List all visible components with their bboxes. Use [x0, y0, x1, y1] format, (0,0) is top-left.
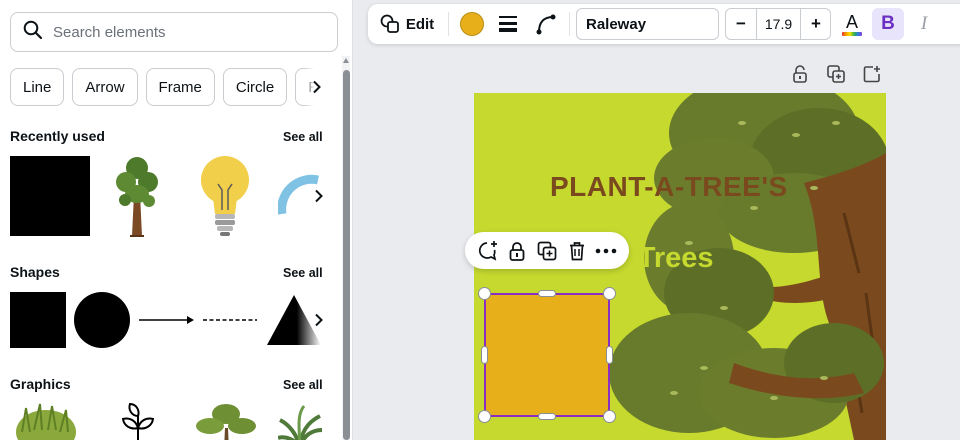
- lock-icon: [793, 65, 807, 83]
- toolbar-divider: [448, 12, 449, 36]
- border-weight-icon: [499, 16, 517, 32]
- chip-arrow[interactable]: Arrow: [72, 68, 138, 106]
- section-title-recent: Recently used: [10, 128, 105, 144]
- add-comment-button[interactable]: [475, 238, 501, 264]
- recent-next-button[interactable]: [306, 183, 332, 209]
- graphic-grass-bush[interactable]: [14, 402, 78, 440]
- resize-handle-bottom[interactable]: [538, 413, 556, 420]
- shape-arrow-line[interactable]: [138, 312, 196, 328]
- font-size-decrease-button[interactable]: −: [726, 9, 756, 39]
- section-title-shapes: Shapes: [10, 264, 60, 280]
- border-style-button[interactable]: [492, 4, 524, 44]
- chip-line[interactable]: Line: [10, 68, 65, 106]
- fill-color-swatch: [460, 12, 484, 36]
- shape-dashed-line[interactable]: [202, 312, 258, 328]
- search-input[interactable]: [53, 23, 313, 41]
- font-family-select[interactable]: Raleway: [576, 8, 719, 40]
- section-title-graphics: Graphics: [10, 376, 71, 392]
- edit-label: Edit: [405, 15, 435, 33]
- shape-circle[interactable]: [74, 292, 130, 348]
- selected-square-shape[interactable]: [484, 293, 610, 417]
- font-size-increase-button[interactable]: +: [801, 9, 831, 39]
- element-context-menu: [465, 232, 629, 269]
- italic-button[interactable]: I: [910, 4, 938, 44]
- see-all-recent-link[interactable]: See all: [283, 130, 323, 144]
- see-all-graphics-link[interactable]: See all: [283, 378, 323, 392]
- elements-panel: Line Arrow Frame Circle Re Recently used…: [0, 0, 353, 440]
- search-icon: [23, 20, 43, 45]
- filter-chips: Line Arrow Frame Circle Re: [10, 68, 322, 108]
- scroll-up-arrow-icon[interactable]: [343, 58, 349, 63]
- text-color-button[interactable]: A: [838, 4, 866, 44]
- toolbar-divider: [569, 12, 570, 36]
- add-page-button[interactable]: [862, 64, 882, 84]
- delete-element-button[interactable]: [564, 238, 590, 264]
- chips-next-button[interactable]: [304, 68, 330, 106]
- duplicate-element-button[interactable]: [534, 238, 560, 264]
- chevron-right-icon: [315, 189, 323, 203]
- graphic-sprout-outline[interactable]: [118, 402, 158, 440]
- chevron-right-icon: [313, 80, 321, 94]
- panel-scrollbar[interactable]: [342, 56, 350, 440]
- lock-element-button[interactable]: [504, 238, 530, 264]
- bold-button[interactable]: B: [872, 8, 904, 40]
- lock-icon: [509, 241, 525, 261]
- canvas-title-line1[interactable]: PLANT-A-TREE'S: [550, 171, 788, 203]
- search-box[interactable]: [10, 12, 338, 52]
- context-toolbar: Edit Raleway − 17.9 + A B I: [368, 4, 960, 44]
- duplicate-icon: [537, 241, 557, 260]
- more-icon: [595, 248, 617, 253]
- recent-black-square[interactable]: [10, 156, 90, 236]
- add-page-icon: [863, 66, 880, 83]
- text-color-letter: A: [845, 11, 858, 32]
- resize-handle-bottom-right[interactable]: [603, 410, 616, 423]
- resize-handle-left[interactable]: [481, 346, 488, 364]
- chip-circle[interactable]: Circle: [222, 68, 288, 106]
- italic-letter: I: [920, 13, 928, 34]
- add-comment-icon: [478, 240, 497, 261]
- trash-icon: [569, 241, 584, 260]
- font-size-control: − 17.9 +: [725, 8, 831, 40]
- corner-rounding-icon: [536, 14, 556, 35]
- see-all-shapes-link[interactable]: See all: [283, 266, 323, 280]
- scrollbar-thumb[interactable]: [343, 70, 350, 440]
- fill-color-button[interactable]: [456, 4, 488, 44]
- rainbow-bar-icon: [842, 31, 862, 36]
- recent-tree-graphic[interactable]: [112, 154, 162, 238]
- graphic-palm-plant[interactable]: [278, 404, 322, 440]
- resize-handle-top[interactable]: [538, 290, 556, 297]
- chip-frame[interactable]: Frame: [145, 68, 215, 106]
- font-size-value[interactable]: 17.9: [757, 9, 800, 39]
- resize-handle-top-left[interactable]: [478, 287, 491, 300]
- graphic-acacia-tree[interactable]: [194, 402, 258, 440]
- more-options-button[interactable]: [593, 238, 619, 264]
- duplicate-page-button[interactable]: [826, 64, 846, 84]
- resize-handle-top-right[interactable]: [603, 287, 616, 300]
- resize-handle-bottom-left[interactable]: [478, 410, 491, 423]
- duplicate-icon: [827, 65, 845, 83]
- shapes-next-button[interactable]: [306, 307, 332, 333]
- lock-page-button[interactable]: [790, 64, 810, 84]
- chevron-right-icon: [315, 313, 323, 327]
- shape-square[interactable]: [10, 292, 66, 348]
- recent-lightbulb-graphic[interactable]: [198, 154, 252, 238]
- corner-rounding-button[interactable]: [530, 4, 562, 44]
- resize-handle-right[interactable]: [606, 346, 613, 364]
- shapes-edit-icon: [380, 14, 399, 33]
- bold-letter: B: [881, 13, 895, 34]
- edit-button[interactable]: Edit: [376, 4, 438, 44]
